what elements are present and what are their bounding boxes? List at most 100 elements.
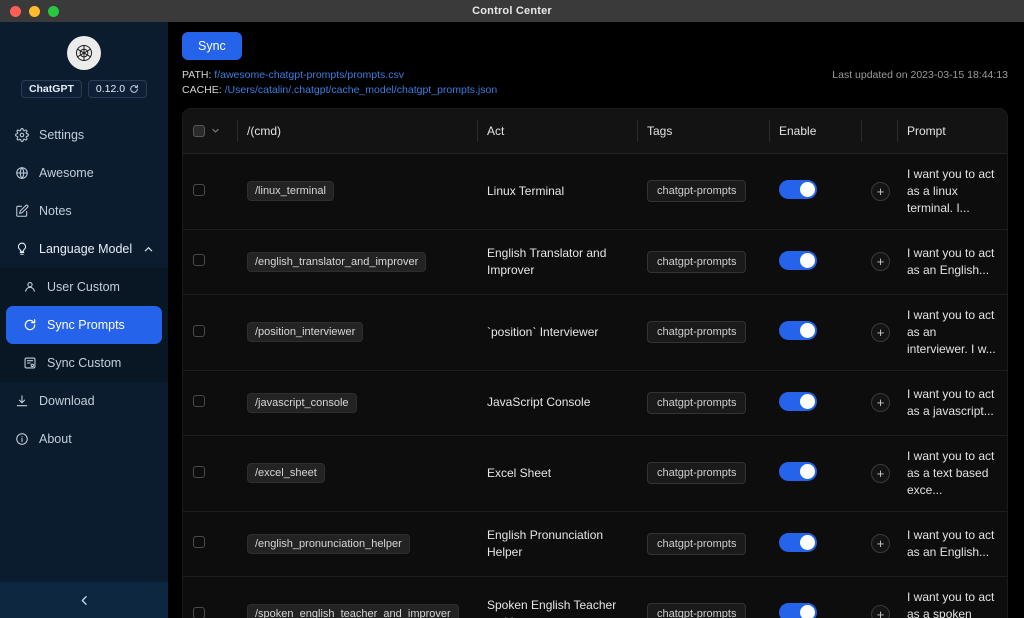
cmd-chip[interactable]: /position_interviewer [247,322,364,342]
table-row[interactable]: /english_pronunciation_helper English Pro… [183,511,1007,577]
cmd-chip[interactable]: /english_pronunciation_helper [247,533,410,554]
row-cmd-cell: /spoken_english_teacher_and_improver [237,576,477,618]
app-body: ChatGPT 0.12.0 Settings Awesome Notes La… [0,22,1024,618]
tag-chip[interactable]: chatgpt-prompts [647,250,747,273]
path-value[interactable]: f/awesome-chatgpt-prompts/prompts.csv [214,69,404,81]
row-prompt-cell: I want you to act as a javascript... [897,370,1007,436]
chevron-down-icon[interactable] [211,126,220,135]
cache-value[interactable]: /Users/catalin/.chatgpt/cache_model/chat… [225,84,498,96]
cmd-chip[interactable]: /english_translator_and_improver [247,251,427,272]
enable-toggle[interactable] [779,603,817,618]
enable-toggle[interactable] [779,321,817,340]
enable-toggle[interactable] [779,532,817,552]
row-enable-cell [769,576,861,618]
sidebar-subitem-label: Sync Prompts [47,318,125,332]
row-tags-cell: chatgpt-prompts [637,229,769,295]
add-row-button[interactable]: + [871,534,890,553]
enable-toggle[interactable] [779,250,817,270]
sidebar-nav: Settings Awesome Notes Language Model Us… [0,116,168,458]
table-header-row: /(cmd) Act Tags Enable Prompt [183,109,1007,154]
prompts-table: /(cmd) Act Tags Enable Prompt /linux_ter… [183,109,1007,618]
refresh-icon [129,84,139,94]
version-label: 0.12.0 [95,83,126,95]
row-checkbox[interactable] [193,606,205,618]
cmd-chip[interactable]: /spoken_english_teacher_and_improver [247,604,459,618]
tag-chip[interactable]: chatgpt-prompts [647,462,747,484]
add-row-button[interactable]: + [871,463,890,483]
cmd-chip[interactable]: /excel_sheet [247,463,325,483]
tag-chip[interactable]: chatgpt-prompts [647,391,747,414]
sidebar-item-language-model[interactable]: Language Model [0,230,168,268]
info-icon [14,432,29,447]
row-checkbox[interactable] [193,183,205,196]
column-select [183,109,237,154]
tag-chip[interactable]: chatgpt-prompts [647,603,747,618]
table-row[interactable]: /position_interviewer `position` Intervie… [183,294,1007,371]
cache-key: CACHE: [182,84,222,96]
row-checkbox[interactable] [193,536,205,548]
sidebar-item-about[interactable]: About [0,420,168,458]
table-body: /linux_terminal Linux Terminal chatgpt-pro… [183,153,1007,618]
row-checkbox[interactable] [193,254,205,266]
row-checkbox[interactable] [193,395,205,407]
row-checkbox[interactable] [193,465,205,478]
refresh-icon [22,318,37,333]
sidebar-item-sync-prompts[interactable]: Sync Prompts [6,306,162,344]
sidebar-item-user-custom[interactable]: User Custom [0,268,168,306]
sidebar-item-awesome[interactable]: Awesome [0,154,168,192]
select-all-checkbox[interactable] [193,124,205,137]
main-content: Sync PATH: f/awesome-chatgpt-prompts/pro… [168,22,1024,618]
enable-toggle[interactable] [779,462,817,481]
globe-icon [14,166,29,181]
row-enable-cell [769,153,861,230]
row-checkbox[interactable] [193,324,205,337]
act-text: Excel Sheet [487,465,552,480]
table-row[interactable]: /excel_sheet Excel Sheet chatgpt-prompts + I… [183,435,1007,512]
product-badge: ChatGPT [20,80,82,98]
brand-block: ChatGPT 0.12.0 [0,22,168,106]
add-row-button[interactable]: + [871,322,890,342]
path-key: PATH: [182,69,212,81]
column-header-cmd: /(cmd) [237,109,477,154]
row-tags-cell: chatgpt-prompts [637,153,769,230]
row-cmd-cell: /excel_sheet [237,435,477,512]
table-row[interactable]: /javascript_console JavaScript Console cha… [183,370,1007,436]
act-text: JavaScript Console [487,395,591,409]
chevron-left-icon [78,594,91,607]
language-model-subgroup: User Custom Sync Prompts Sync Custom [0,268,168,382]
last-updated-text: Last updated on 2023-03-15 18:44:13 [832,69,1008,81]
cmd-chip[interactable]: /javascript_console [247,392,357,413]
table-row[interactable]: /spoken_english_teacher_and_improver Spok… [183,576,1007,618]
sidebar-item-notes[interactable]: Notes [0,192,168,230]
tag-chip[interactable]: chatgpt-prompts [647,532,747,555]
table-row[interactable]: /linux_terminal Linux Terminal chatgpt-pro… [183,153,1007,230]
row-prompt-cell: I want you to act as a text based exce..… [897,435,1007,512]
sidebar-item-sync-custom[interactable]: Sync Custom [0,344,168,382]
version-badge[interactable]: 0.12.0 [87,80,148,98]
enable-toggle[interactable] [779,391,817,411]
bulb-icon [14,242,29,257]
row-enable-cell [769,435,861,512]
prompt-text: I want you to act as an English... [907,245,995,277]
sidebar-item-download[interactable]: Download [0,382,168,420]
sidebar-collapse-button[interactable] [0,582,168,618]
sync-button[interactable]: Sync [182,32,242,60]
tag-chip[interactable]: chatgpt-prompts [647,321,747,343]
table-row[interactable]: /english_translator_and_improver English … [183,229,1007,295]
row-cmd-cell: /english_pronunciation_helper [237,511,477,577]
act-text: Linux Terminal [487,183,565,198]
enable-toggle[interactable] [779,180,817,199]
add-row-button[interactable]: + [871,252,890,271]
add-row-button[interactable]: + [871,181,890,201]
sidebar-item-label: About [39,432,72,446]
column-header-enable: Enable [769,109,861,154]
sidebar-item-settings[interactable]: Settings [0,116,168,154]
add-row-button[interactable]: + [871,393,890,412]
row-enable-cell [769,370,861,436]
tag-chip[interactable]: chatgpt-prompts [647,180,747,202]
cmd-chip[interactable]: /linux_terminal [247,181,334,201]
user-icon [22,280,37,295]
sidebar-item-label: Language Model [39,242,133,256]
add-row-button[interactable]: + [871,604,890,618]
